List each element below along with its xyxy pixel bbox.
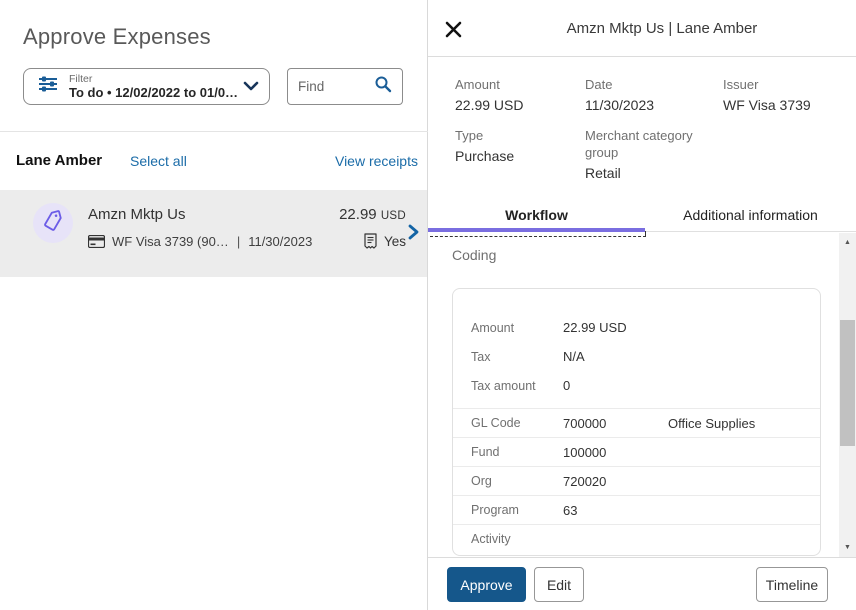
coding-extra: Office Supplies bbox=[668, 416, 755, 431]
tab-focus-outline bbox=[430, 231, 646, 237]
coding-row: Org 720020 bbox=[453, 466, 820, 495]
tag-icon bbox=[42, 210, 64, 237]
expense-list-panel: Approve Expenses Filter To do • 12/02/20… bbox=[0, 0, 428, 610]
detail-title: Amzn Mktp Us | Lane Amber bbox=[488, 0, 836, 57]
row-date: 11/30/2023 bbox=[248, 234, 312, 249]
summary-label: Merchant category group bbox=[585, 127, 703, 161]
coding-row: Program 63 bbox=[453, 495, 820, 524]
coding-label: Fund bbox=[453, 445, 563, 459]
coding-value: N/A bbox=[563, 349, 668, 364]
coding-card: Amount 22.99 USD Tax N/A Tax amount 0 GL… bbox=[452, 288, 821, 556]
receipt-status: Yes bbox=[384, 234, 406, 249]
row-amount: 22.99 USD bbox=[339, 206, 406, 223]
expense-detail-panel: Amzn Mktp Us | Lane Amber Amount 22.99 U… bbox=[428, 0, 856, 610]
summary-label: Date bbox=[585, 76, 654, 93]
coding-row: GL Code 700000 Office Supplies bbox=[453, 408, 820, 437]
approve-button[interactable]: Approve bbox=[447, 567, 526, 602]
row-receipt: Yes bbox=[364, 233, 406, 249]
coding-label: Org bbox=[453, 474, 563, 488]
tab-workflow[interactable]: Workflow bbox=[428, 205, 645, 231]
scrollbar-thumb[interactable] bbox=[840, 320, 855, 446]
coding-label: Activity bbox=[453, 532, 563, 546]
coding-label: Amount bbox=[453, 321, 563, 335]
sliders-icon bbox=[37, 74, 59, 99]
coding-label: Tax bbox=[453, 350, 563, 364]
row-card: WF Visa 3739 (90… bbox=[112, 234, 229, 249]
edit-button[interactable]: Edit bbox=[534, 567, 584, 602]
summary-date: Date 11/30/2023 bbox=[585, 76, 654, 114]
summary-issuer: Issuer WF Visa 3739 bbox=[723, 76, 811, 114]
expense-row[interactable]: Amzn Mktp Us WF Visa 3739 (90… | 11/30/2… bbox=[0, 190, 427, 277]
coding-section-title: Coding bbox=[452, 247, 496, 263]
divider bbox=[0, 131, 428, 132]
row-merchant: Amzn Mktp Us bbox=[88, 206, 186, 223]
coding-value: 22.99 USD bbox=[563, 320, 668, 335]
summary-label: Type bbox=[455, 127, 514, 144]
coding-value: 700000 bbox=[563, 416, 668, 431]
select-all-link[interactable]: Select all bbox=[130, 153, 187, 169]
receipt-icon bbox=[364, 233, 377, 249]
close-icon[interactable] bbox=[443, 19, 463, 39]
coding-label: GL Code bbox=[453, 416, 563, 430]
scrollbar[interactable]: ▲ ▼ bbox=[839, 233, 856, 557]
avatar bbox=[33, 203, 73, 243]
coding-row: Activity bbox=[453, 524, 820, 553]
coding-value: 100000 bbox=[563, 445, 668, 460]
coding-label: Program bbox=[453, 503, 563, 517]
tab-additional-information[interactable]: Additional information bbox=[645, 205, 856, 231]
action-bar: Approve Edit Timeline bbox=[428, 557, 856, 610]
timeline-button[interactable]: Timeline bbox=[756, 567, 828, 602]
approve-expenses-app: Approve Expenses Filter To do • 12/02/20… bbox=[0, 0, 856, 610]
summary-label: Amount bbox=[455, 76, 523, 93]
coding-value: 720020 bbox=[563, 474, 668, 489]
chevron-down-icon bbox=[243, 78, 259, 96]
coding-row: Fund 100000 bbox=[453, 437, 820, 466]
coding-row: Amount 22.99 USD bbox=[453, 313, 820, 342]
triangle-down-icon[interactable]: ▼ bbox=[839, 540, 856, 555]
triangle-up-icon[interactable]: ▲ bbox=[839, 235, 856, 250]
chevron-right-icon[interactable] bbox=[406, 223, 420, 246]
coding-row: Tax amount 0 bbox=[453, 371, 820, 400]
summary-value: 22.99 USD bbox=[455, 97, 523, 114]
amount-currency: USD bbox=[381, 210, 406, 222]
credit-card-icon bbox=[88, 235, 105, 248]
find-box bbox=[287, 68, 403, 105]
view-receipts-link[interactable]: View receipts bbox=[335, 153, 418, 169]
summary-value: WF Visa 3739 bbox=[723, 97, 811, 114]
amount-value: 22.99 bbox=[339, 206, 377, 223]
summary-type: Type Purchase bbox=[455, 127, 514, 165]
page-title: Approve Expenses bbox=[23, 24, 211, 50]
summary-value: 11/30/2023 bbox=[585, 97, 654, 114]
group-header: Lane Amber Select all View receipts bbox=[0, 141, 428, 181]
filter-dropdown[interactable]: Filter To do • 12/02/2022 to 01/0… bbox=[23, 68, 270, 105]
summary-amount: Amount 22.99 USD bbox=[455, 76, 523, 114]
search-input[interactable] bbox=[298, 79, 368, 94]
coding-value: 63 bbox=[563, 503, 668, 518]
summary-merchant-category: Merchant category group Retail bbox=[585, 127, 703, 182]
coding-row: Tax N/A bbox=[453, 342, 820, 371]
search-icon[interactable] bbox=[374, 75, 392, 98]
summary-value: Retail bbox=[585, 165, 703, 182]
row-subline: WF Visa 3739 (90… | 11/30/2023 bbox=[88, 234, 312, 249]
separator: | bbox=[237, 234, 240, 249]
filter-value: To do • 12/02/2022 to 01/0… bbox=[69, 85, 243, 100]
summary-value: Purchase bbox=[455, 148, 514, 165]
coding-value: 0 bbox=[563, 378, 668, 393]
coding-label: Tax amount bbox=[453, 379, 563, 393]
detail-tabs: Workflow Additional information bbox=[428, 205, 856, 232]
filter-label: Filter bbox=[69, 73, 243, 85]
summary-label: Issuer bbox=[723, 76, 811, 93]
detail-header: Amzn Mktp Us | Lane Amber bbox=[428, 0, 856, 57]
group-name: Lane Amber bbox=[16, 152, 102, 169]
